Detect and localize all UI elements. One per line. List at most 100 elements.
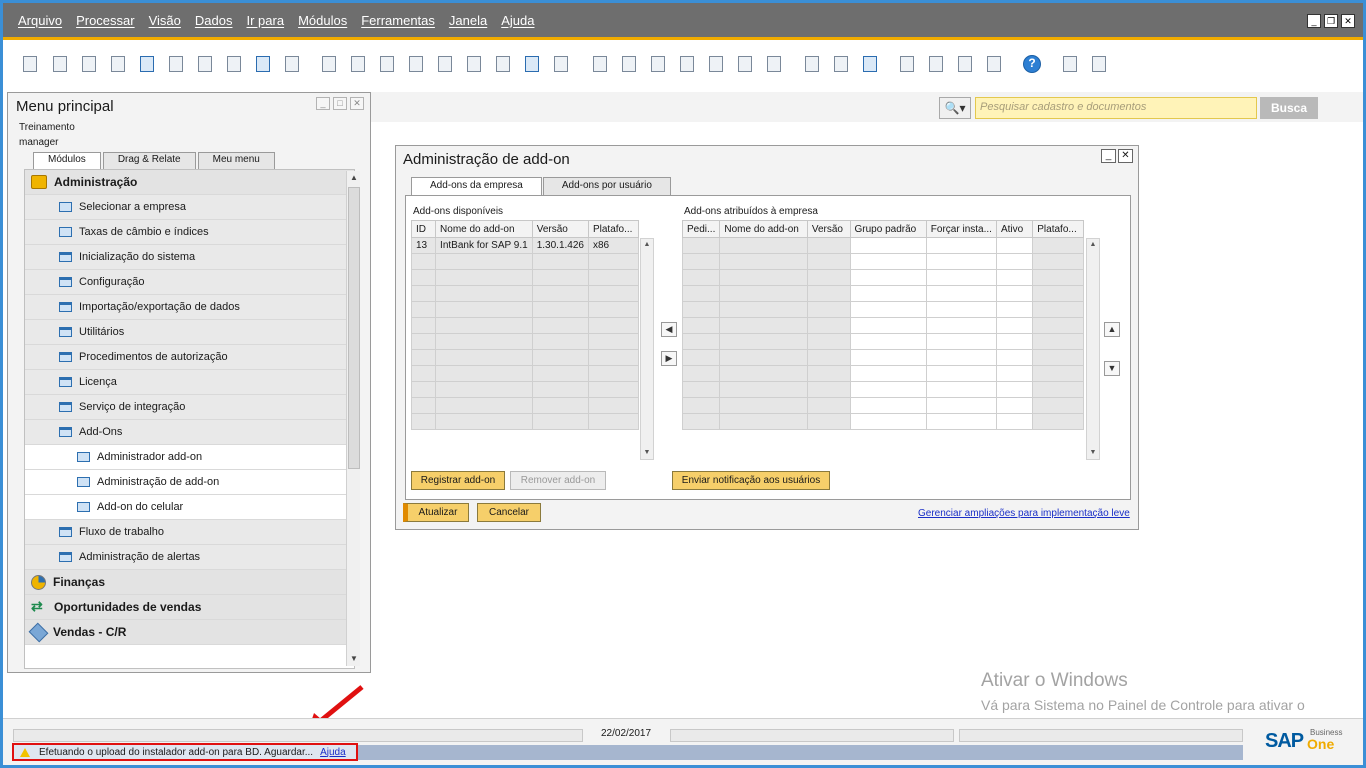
column-header[interactable]: Versão [806, 220, 851, 238]
menu-item-administracao-add-on[interactable]: Administração de add-on [25, 470, 354, 495]
close-icon[interactable]: ✕ [350, 97, 364, 110]
column-header[interactable]: Nome do add-on [435, 220, 533, 238]
column-header[interactable]: Platafo... [587, 220, 640, 238]
print-preview-icon[interactable] [20, 54, 40, 74]
lock-icon[interactable] [282, 54, 302, 74]
first-record-icon[interactable] [377, 54, 397, 74]
tab-drag-relate[interactable]: Drag & Relate [102, 152, 196, 169]
menu-item-fluxo-trabalho[interactable]: Fluxo de trabalho [25, 520, 354, 545]
available-table-scrollbar[interactable]: ▲ ▼ [640, 238, 654, 460]
help-icon[interactable]: ? [1022, 54, 1042, 74]
menu-item-alertas[interactable]: Administração de alertas [25, 545, 354, 570]
menu-item-administracao[interactable]: Administração [25, 170, 354, 195]
assign-right-button[interactable]: ▶ [661, 351, 677, 366]
column-header[interactable]: Grupo padrão [849, 220, 927, 238]
column-header[interactable]: ID [410, 220, 437, 238]
maximize-icon[interactable]: □ [333, 97, 347, 110]
export-word-icon[interactable] [195, 54, 215, 74]
column-header[interactable]: Platafo... [1032, 220, 1084, 238]
move-icon[interactable] [253, 54, 273, 74]
notes-icon[interactable] [1089, 54, 1109, 74]
register-addon-button[interactable]: Registrar add-on [411, 471, 505, 490]
menu-item-oportunidades[interactable]: ⇄ Oportunidades de vendas [25, 595, 354, 620]
menu-ir-para[interactable]: Ir para [246, 13, 284, 28]
target-document-icon[interactable] [619, 54, 639, 74]
settings-icon[interactable] [764, 54, 784, 74]
help-link[interactable]: Ajuda [320, 747, 346, 758]
cancel-button[interactable]: Cancelar [477, 503, 541, 522]
notify-users-button[interactable]: Enviar notificação aos usuários [672, 471, 830, 490]
close-icon[interactable]: ✕ [1341, 14, 1355, 28]
menu-arquivo[interactable]: Arquivo [18, 13, 62, 28]
move-up-button[interactable]: ▲ [1104, 322, 1120, 337]
menu-item-add-ons[interactable]: Add-Ons [25, 420, 354, 445]
next-record-icon[interactable] [435, 54, 455, 74]
payment-means-icon[interactable] [677, 54, 697, 74]
calendar-icon[interactable] [955, 54, 975, 74]
database-tools-icon[interactable] [860, 54, 880, 74]
alerts-icon[interactable] [926, 54, 946, 74]
scroll-down-icon[interactable]: ▼ [1087, 447, 1099, 459]
menu-item-add-on-celular[interactable]: Add-on do celular [25, 495, 354, 520]
tab-addons-empresa[interactable]: Add-ons da empresa [411, 177, 542, 196]
menu-item-configuracao[interactable]: Configuração [25, 270, 354, 295]
find-icon[interactable] [319, 54, 339, 74]
menu-modulos[interactable]: Módulos [298, 13, 347, 28]
sms-icon[interactable] [108, 54, 128, 74]
menu-visao[interactable]: Visão [149, 13, 181, 28]
menu-item-procedimentos[interactable]: Procedimentos de autorização [25, 345, 354, 370]
search-options-icon[interactable]: 🔍▾ [939, 97, 971, 119]
scroll-down-icon[interactable]: ▼ [347, 652, 361, 666]
layout-designer-icon[interactable] [802, 54, 822, 74]
base-document-icon[interactable] [590, 54, 610, 74]
last-record-icon[interactable] [464, 54, 484, 74]
tab-meu-menu[interactable]: Meu menu [197, 152, 275, 169]
messages-icon[interactable] [897, 54, 917, 74]
menu-item-inicializacao[interactable]: Inicialização do sistema [25, 245, 354, 270]
menu-item-financas[interactable]: Finanças [25, 570, 354, 595]
calculator-icon[interactable] [1060, 54, 1080, 74]
menu-item-vendas[interactable]: Vendas - C/R [25, 620, 354, 645]
menu-item-taxas-cambio[interactable]: Taxas de câmbio e índices [25, 220, 354, 245]
scroll-down-icon[interactable]: ▼ [641, 447, 653, 459]
remove-addon-button[interactable]: Remover add-on [510, 471, 606, 490]
search-input[interactable]: Pesquisar cadastro e documentos [975, 97, 1257, 119]
table-row[interactable]: 13 IntBank for SAP 9.1 1.30.1.426 x86 [410, 237, 640, 254]
move-down-button[interactable]: ▼ [1104, 361, 1120, 376]
menu-dados[interactable]: Dados [195, 13, 233, 28]
export-excel-icon[interactable] [166, 54, 186, 74]
add-icon[interactable] [348, 54, 368, 74]
column-header[interactable]: Pedi... [681, 220, 721, 238]
refresh-icon[interactable] [493, 54, 513, 74]
scroll-up-icon[interactable]: ▲ [347, 171, 361, 185]
tab-addons-usuario[interactable]: Add-ons por usuário [542, 177, 671, 195]
restore-icon[interactable]: ❐ [1324, 14, 1338, 28]
export-pdf-icon[interactable] [224, 54, 244, 74]
search-button[interactable]: Busca [1260, 97, 1318, 119]
assign-left-button[interactable]: ◀ [661, 322, 677, 337]
organization-icon[interactable] [984, 54, 1004, 74]
minimize-icon[interactable]: _ [1101, 149, 1116, 163]
scroll-thumb[interactable] [348, 187, 360, 469]
menu-item-servico-integracao[interactable]: Serviço de integração [25, 395, 354, 420]
minimize-icon[interactable]: _ [316, 97, 330, 110]
form-settings-icon[interactable] [831, 54, 851, 74]
menu-item-licenca[interactable]: Licença [25, 370, 354, 395]
filter-icon[interactable] [522, 54, 542, 74]
minimize-icon[interactable]: _ [1307, 14, 1321, 28]
menu-processar[interactable]: Processar [76, 13, 135, 28]
column-header[interactable]: Nome do add-on [719, 220, 808, 238]
scroll-up-icon[interactable]: ▲ [641, 239, 653, 251]
column-header[interactable]: Versão [531, 220, 589, 238]
menu-ferramentas[interactable]: Ferramentas [361, 13, 435, 28]
tab-modulos[interactable]: Módulos [33, 152, 101, 170]
volume-weight-icon[interactable] [706, 54, 726, 74]
journal-entry-icon[interactable] [735, 54, 755, 74]
main-menu-scrollbar[interactable]: ▲ ▼ [346, 171, 360, 666]
sort-icon[interactable] [551, 54, 571, 74]
menu-item-administrador-add-on[interactable]: Administrador add-on [25, 445, 354, 470]
gross-profit-icon[interactable] [648, 54, 668, 74]
column-header[interactable]: Ativo [995, 220, 1034, 238]
assigned-table-scrollbar[interactable]: ▲ ▼ [1086, 238, 1100, 460]
menu-item-utilitarios[interactable]: Utilitários [25, 320, 354, 345]
